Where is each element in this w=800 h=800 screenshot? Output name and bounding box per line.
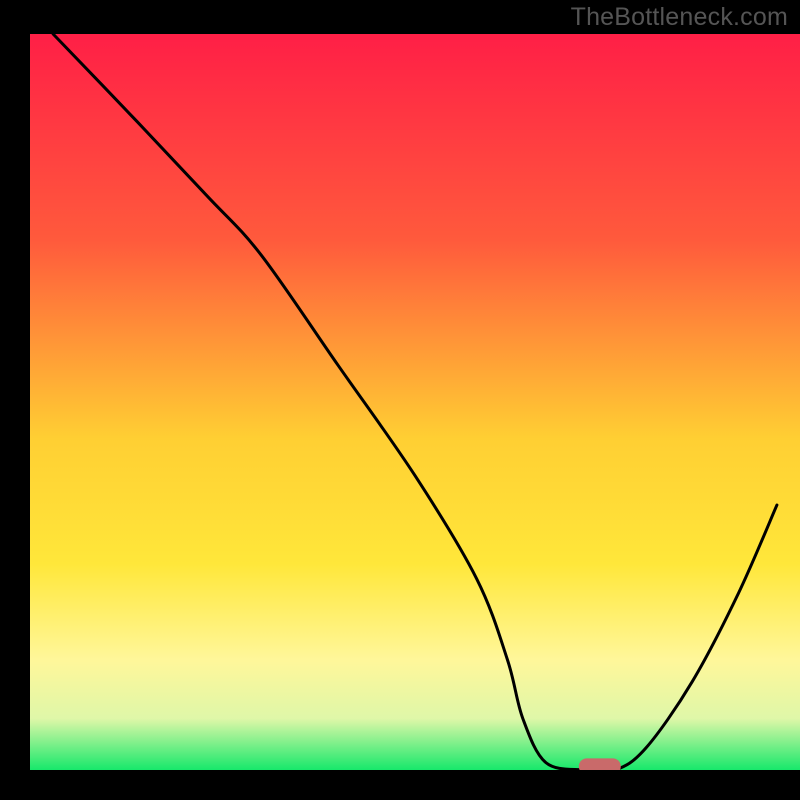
- chart-container: TheBottleneck.com: [0, 0, 800, 800]
- watermark-text: TheBottleneck.com: [571, 3, 788, 32]
- frame-bottom: [0, 770, 800, 800]
- bottleneck-chart-svg: [0, 0, 800, 800]
- plot-background: [30, 34, 800, 770]
- frame-left: [0, 34, 30, 800]
